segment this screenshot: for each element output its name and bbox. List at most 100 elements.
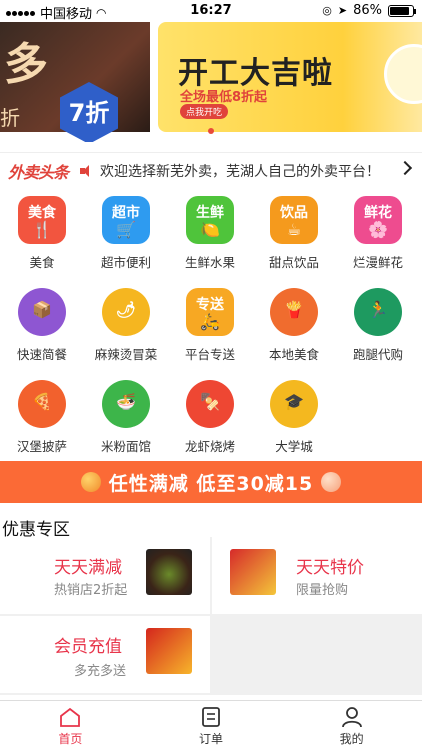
status-right: ◎ ➤ 86% [322, 3, 416, 18]
category-item[interactable]: 🌶 麻辣烫冒菜 [84, 288, 168, 363]
category-glyph-icon: 🍜 [116, 392, 136, 411]
food-plate-image [384, 44, 422, 104]
deal-title: 会员充值 [54, 637, 122, 657]
category-label: 汉堡披萨 [16, 439, 67, 454]
category-item[interactable]: 超市 🛒 超市便利 [84, 196, 168, 271]
category-glyph-icon: 🛒 [116, 220, 136, 239]
category-icon: 🍟 [270, 288, 318, 336]
banner-cta-button[interactable]: 点我开吃 [180, 104, 229, 119]
promo-ball-icon [80, 472, 101, 492]
category-item[interactable]: 🍕 汉堡披萨 [0, 380, 84, 455]
category-item[interactable]: 🎓 大学城 [252, 380, 336, 455]
category-icon-tag: 超市 [112, 205, 140, 221]
category-icon: 🌶 [102, 288, 150, 336]
banner-prev-text: 多 [4, 39, 48, 90]
profile-icon [340, 706, 364, 728]
category-icon: 鲜花 🌸 [354, 196, 402, 244]
tab-home[interactable]: 首页 [0, 701, 141, 750]
tab-label: 订单 [199, 732, 224, 746]
category-icon: 📦 [18, 288, 66, 336]
order-icon [199, 706, 223, 728]
speaker-icon [80, 164, 94, 178]
deal-subtitle: 热销店2折起 [54, 583, 128, 598]
category-label: 平台专送 [184, 347, 235, 362]
category-icon: 美食 🍴 [18, 196, 66, 244]
promo-text: 任性满减 低至30减15 [108, 472, 314, 495]
lock-rotation-icon: ◎ [322, 4, 332, 17]
category-item[interactable]: 🏃 跑腿代购 [336, 288, 420, 363]
banner-carousel[interactable]: 多 7折 折 开工大吉啦 全场最低8折起 点我开吃 [0, 22, 422, 142]
category-icon: 专送 🛵 [186, 288, 234, 336]
category-item[interactable]: 鲜花 🌸 烂漫鲜花 [336, 196, 420, 271]
category-label: 超市便利 [100, 255, 151, 270]
category-label: 本地美食 [268, 347, 319, 362]
category-glyph-icon: 🌸 [368, 220, 388, 239]
banner-slide-prev[interactable]: 多 7折 折 [0, 22, 150, 142]
tab-label: 首页 [58, 732, 83, 746]
category-icon: 🏃 [354, 288, 402, 336]
category-item[interactable]: 专送 🛵 平台专送 [168, 288, 252, 363]
deals-grid: 天天满减 热销店2折起 天天特价 限量抢购 会员充值 多充多送 [0, 537, 422, 695]
category-label: 美食 [29, 255, 55, 270]
category-label: 米粉面馆 [100, 439, 151, 454]
deal-sale-image [230, 549, 276, 595]
category-glyph-icon: 🏃 [368, 300, 388, 319]
battery-icon [388, 4, 416, 17]
headline-message: 欢迎选择新芜外卖，芜湖人自己的外卖平台！ [100, 163, 381, 180]
deal-card-manjian[interactable]: 天天满减 热销店2折起 [0, 537, 210, 614]
category-glyph-icon: 📦 [32, 300, 52, 319]
category-icon-tag: 美食 [28, 205, 56, 221]
category-glyph-icon: 🍋 [200, 220, 220, 239]
status-bar: 中国移动 ◠ 16:27 ◎ ➤ 86% [0, 0, 422, 22]
banner-subtitle: 全场最低8折起 [180, 90, 268, 105]
tab-bar: 首页 订单 我的 [0, 700, 422, 750]
category-glyph-icon: 🌶 [115, 300, 137, 319]
category-glyph-icon: 🛵 [200, 312, 220, 331]
category-label: 麻辣烫冒菜 [94, 347, 158, 362]
deal-title: 天天特价 [296, 558, 364, 578]
deal-title: 天天满减 [54, 558, 122, 578]
category-item[interactable]: 生鲜 🍋 生鲜水果 [168, 196, 252, 271]
category-item[interactable]: 📦 快速简餐 [0, 288, 84, 363]
chevron-right-icon[interactable] [397, 160, 413, 176]
tab-label: 我的 [339, 732, 364, 746]
deal-card-tejia[interactable]: 天天特价 限量抢购 [212, 537, 422, 614]
category-icon-tag: 鲜花 [364, 205, 392, 221]
category-item[interactable]: 🍢 龙虾烧烤 [168, 380, 252, 455]
home-icon [58, 706, 82, 728]
deal-food-image [146, 549, 192, 595]
category-icon: 🍜 [102, 380, 150, 428]
tab-profile[interactable]: 我的 [281, 701, 422, 750]
deal-subtitle: 限量抢购 [296, 583, 349, 598]
category-icon-tag: 生鲜 [196, 205, 224, 221]
category-glyph-icon: 🎓 [284, 392, 304, 411]
carousel-indicator [0, 119, 422, 138]
category-icon: 超市 🛒 [102, 196, 150, 244]
category-icon-tag: 饮品 [280, 205, 308, 221]
category-icon: 🍕 [18, 380, 66, 428]
deal-subtitle: 多充多送 [74, 664, 127, 679]
category-item[interactable]: 美食 🍴 美食 [0, 196, 84, 271]
category-item[interactable]: 饮品 ☕ 甜点饮品 [252, 196, 336, 271]
headline-logo: 外卖头条 [8, 162, 69, 182]
deal-recharge-image [146, 628, 192, 674]
category-item[interactable]: 🍜 米粉面馆 [84, 380, 168, 455]
category-label: 大学城 [275, 439, 313, 454]
category-label: 甜点饮品 [268, 255, 319, 270]
category-glyph-icon: ☕ [286, 220, 302, 239]
category-label: 跑腿代购 [352, 347, 403, 362]
category-label: 烂漫鲜花 [352, 255, 403, 270]
promo-banner[interactable]: 任性满减 低至30减15 [0, 461, 422, 503]
carousel-dot [208, 128, 214, 134]
headline-ticker[interactable]: 外卖头条 欢迎选择新芜外卖，芜湖人自己的外卖平台！ [0, 152, 422, 188]
category-icon: 🍢 [186, 380, 234, 428]
category-icon: 🎓 [270, 380, 318, 428]
category-glyph-icon: 🍕 [32, 392, 52, 411]
banner-slide-main[interactable]: 开工大吉啦 全场最低8折起 点我开吃 [158, 22, 422, 132]
tab-orders[interactable]: 订单 [141, 701, 282, 750]
category-icon: 饮品 ☕ [270, 196, 318, 244]
category-item[interactable]: 🍟 本地美食 [252, 288, 336, 363]
category-icon: 生鲜 🍋 [186, 196, 234, 244]
category-glyph-icon: 🍟 [284, 300, 304, 319]
deal-card-member[interactable]: 会员充值 多充多送 [0, 616, 210, 693]
